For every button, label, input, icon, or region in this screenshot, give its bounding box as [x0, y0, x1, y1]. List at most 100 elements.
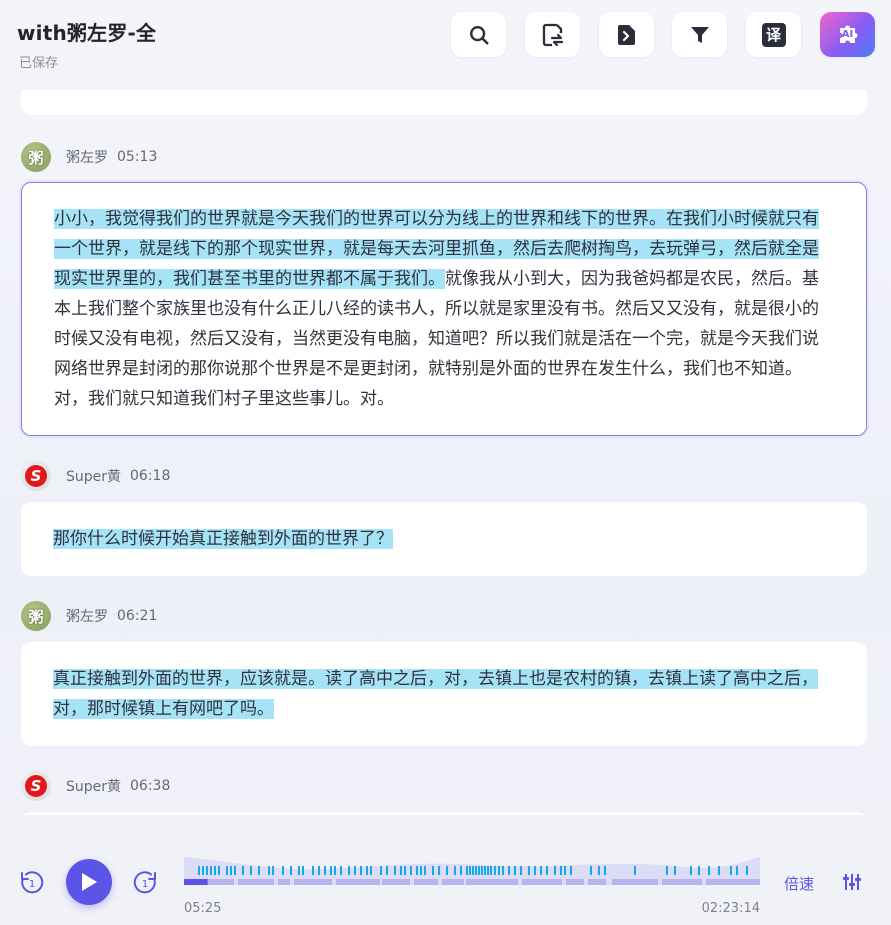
speaker-segment — [466, 879, 518, 885]
keyword-marker — [214, 866, 216, 875]
speaker-name[interactable]: Super黄 — [66, 466, 121, 486]
avatar[interactable]: 粥 — [21, 601, 51, 631]
keyword-marker — [302, 866, 304, 875]
avatar[interactable]: S — [21, 771, 51, 801]
filter-icon — [690, 26, 709, 43]
keyword-marker — [554, 866, 556, 875]
keyword-marker — [416, 866, 418, 875]
keyword-marker — [730, 866, 732, 875]
fast-forward-icon: 1 — [133, 871, 156, 894]
settings-button[interactable] — [840, 872, 864, 892]
translate-button[interactable]: 译 — [746, 12, 801, 57]
timestamp[interactable]: 05:13 — [117, 149, 157, 165]
keyword-marker — [490, 866, 492, 875]
search-button[interactable] — [451, 12, 506, 57]
timestamp[interactable]: 06:18 — [130, 468, 170, 484]
save-status: 已保存 — [19, 56, 59, 71]
keyword-marker — [469, 866, 471, 875]
keyword-marker — [360, 866, 362, 875]
keyword-marker — [206, 866, 208, 875]
avatar[interactable]: 粥 — [21, 142, 51, 172]
keyword-marker — [330, 866, 332, 875]
keyword-marker — [546, 866, 548, 875]
search-icon — [469, 25, 489, 45]
speaker-name[interactable]: 粥左罗 — [66, 606, 108, 626]
skip-back-button[interactable]: 1 — [19, 869, 45, 895]
speaker-segment — [588, 879, 606, 885]
replace-button[interactable] — [525, 12, 580, 57]
keyword-marker — [438, 866, 440, 875]
keyword-marker — [226, 866, 228, 875]
speaker-segment — [336, 879, 380, 885]
speaker-segment — [612, 879, 658, 885]
translate-icon: 译 — [761, 22, 786, 47]
play-button[interactable] — [66, 859, 112, 905]
keyword-marker — [202, 866, 204, 875]
translate-glyph: 译 — [765, 26, 781, 44]
ai-label: AI — [841, 29, 854, 40]
keyword-marker — [324, 866, 326, 875]
speaker-segment — [706, 879, 760, 885]
speaker-segment — [382, 879, 410, 885]
keyword-marker — [634, 866, 636, 875]
speaker-name[interactable]: 粥左罗 — [66, 147, 108, 167]
speaker-segment — [566, 879, 584, 885]
keyword-marker — [410, 866, 412, 875]
rewind-icon: 1 — [21, 871, 44, 894]
speaker-segment — [238, 879, 274, 885]
speaker-name[interactable]: Super黄 — [66, 776, 121, 796]
paragraph-text[interactable]: 真正接触到外面的世界，应该就是。读了高中之后，对，去镇上也是农村的镇，去镇上读了… — [53, 664, 827, 724]
speaker-segment — [522, 879, 562, 885]
skip-forward-button[interactable]: 1 — [132, 869, 158, 895]
speaker-row: 粥 粥左罗 06:21 — [21, 601, 157, 631]
keyword-marker — [498, 866, 500, 875]
filter-button[interactable] — [672, 12, 727, 57]
export-button[interactable] — [599, 12, 654, 57]
keyword-marker — [394, 866, 396, 875]
keyword-marker — [484, 866, 486, 875]
keyword-marker — [268, 866, 270, 875]
playback-speed-button[interactable]: 倍速 — [784, 873, 814, 894]
keyword-marker — [718, 866, 720, 875]
speaker-row: S Super黄 06:38 — [21, 771, 170, 801]
sliders-icon — [843, 874, 861, 890]
paragraph-card[interactable]: 那你什么时候开始真正接触到外面的世界了？ — [21, 502, 867, 576]
speaker-segment — [662, 879, 702, 885]
keyword-marker — [598, 866, 600, 875]
replace-icon — [542, 23, 563, 46]
keyword-marker — [472, 866, 474, 875]
keyword-marker — [258, 866, 260, 875]
speaker-row: 粥 粥左罗 05:13 — [21, 142, 157, 172]
keyword-marker — [234, 866, 236, 875]
paragraph-card-active[interactable]: 小小，我觉得我们的世界就是今天我们的世界可以分为线上的世界和线下的世界。在我们小… — [21, 182, 867, 436]
keyword-marker — [334, 866, 336, 875]
keyword-marker — [370, 866, 372, 875]
paragraph-text[interactable]: 那你什么时候开始真正接触到外面的世界了？ — [53, 524, 827, 554]
avatar[interactable]: S — [21, 461, 51, 491]
keyword-marker — [708, 866, 710, 875]
keyword-marker — [604, 866, 606, 875]
current-time: 05:25 — [184, 901, 222, 916]
speaker-segment — [294, 879, 332, 885]
waveform-timeline[interactable] — [184, 857, 760, 885]
keyword-marker — [454, 866, 456, 875]
paragraph-card[interactable]: 真正接触到外面的世界，应该就是。读了高中之后，对，去镇上也是农村的镇，去镇上读了… — [21, 642, 867, 746]
keyword-marker — [478, 866, 480, 875]
speaker-segment — [442, 879, 464, 885]
keyword-marker — [487, 866, 489, 875]
keyword-marker — [481, 866, 483, 875]
keyword-marker — [698, 866, 700, 875]
keyword-marker — [290, 866, 292, 875]
timestamp[interactable]: 06:38 — [130, 778, 170, 794]
timestamp[interactable]: 06:21 — [117, 608, 157, 624]
skip-back-label: 1 — [29, 879, 35, 890]
speaker-segment — [278, 879, 290, 885]
ai-assistant-button[interactable]: AI — [820, 12, 875, 57]
keyword-marker — [540, 866, 542, 875]
keyword-marker — [508, 866, 510, 875]
previous-paragraph-card[interactable] — [21, 90, 867, 115]
export-icon — [617, 24, 635, 45]
keyword-marker — [318, 866, 320, 875]
paragraph-text[interactable]: 小小，我觉得我们的世界就是今天我们的世界可以分为线上的世界和线下的世界。在我们小… — [54, 204, 826, 414]
transcript-panel[interactable]: 粥 粥左罗 05:13 小小，我觉得我们的世界就是今天我们的世界可以分为线上的世… — [0, 90, 891, 815]
